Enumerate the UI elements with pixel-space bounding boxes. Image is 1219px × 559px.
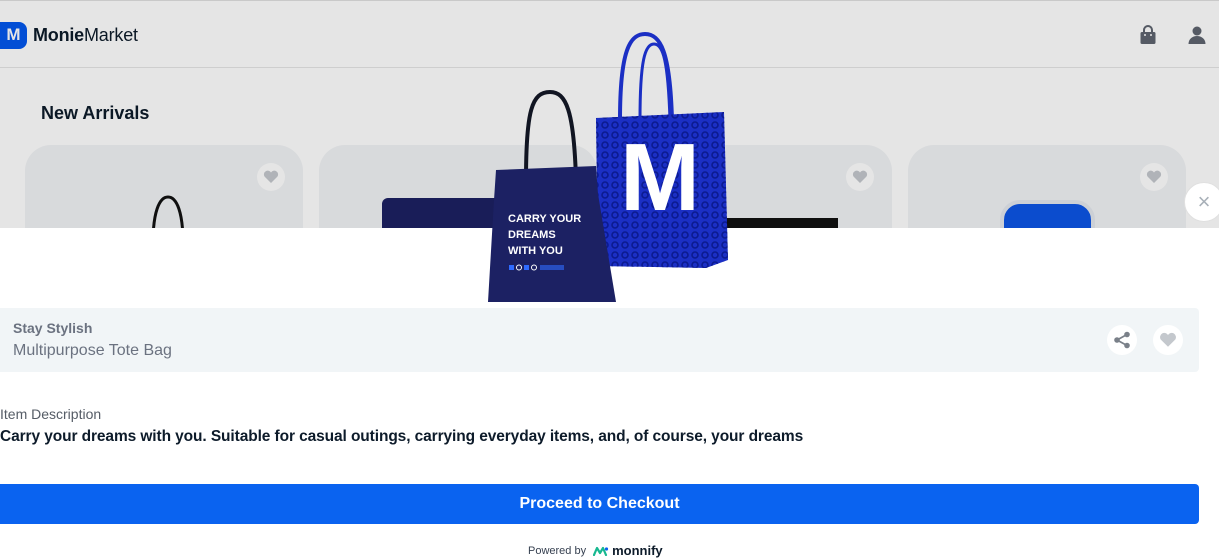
close-icon: × <box>1197 189 1211 214</box>
share-button[interactable] <box>1107 325 1137 355</box>
product-name: Multipurpose Tote Bag <box>13 342 172 359</box>
powered-by-label: Powered by <box>528 544 587 557</box>
favorite-button[interactable] <box>1153 325 1183 355</box>
product-info-bar: Stay Stylish Multipurpose Tote Bag <box>0 308 1199 372</box>
bag-back-letter: M <box>620 124 700 231</box>
bag-front-text-line1: CARRY YOUR <box>508 213 581 225</box>
description-label: Item Description <box>0 406 102 422</box>
checkout-button[interactable]: Proceed to Checkout <box>0 484 1199 524</box>
bag-front-text-line3: WITH YOU <box>508 245 563 257</box>
heart-icon <box>1160 332 1176 347</box>
share-icon <box>1114 331 1130 349</box>
powered-by: Powered by monnify <box>528 543 663 558</box>
monnify-logo-text: monnify <box>612 543 663 558</box>
bag-front-text-line2: DREAMS <box>508 229 556 241</box>
description-text: Carry your dreams with you. Suitable for… <box>0 428 804 445</box>
product-image: M CARRY YOUR DREAMS WITH YOU <box>488 31 728 302</box>
blue-tote-bag: M <box>596 31 728 268</box>
product-category: Stay Stylish <box>13 320 93 336</box>
monnify-logo-icon <box>593 546 609 556</box>
close-modal-button[interactable]: × <box>1184 182 1219 222</box>
